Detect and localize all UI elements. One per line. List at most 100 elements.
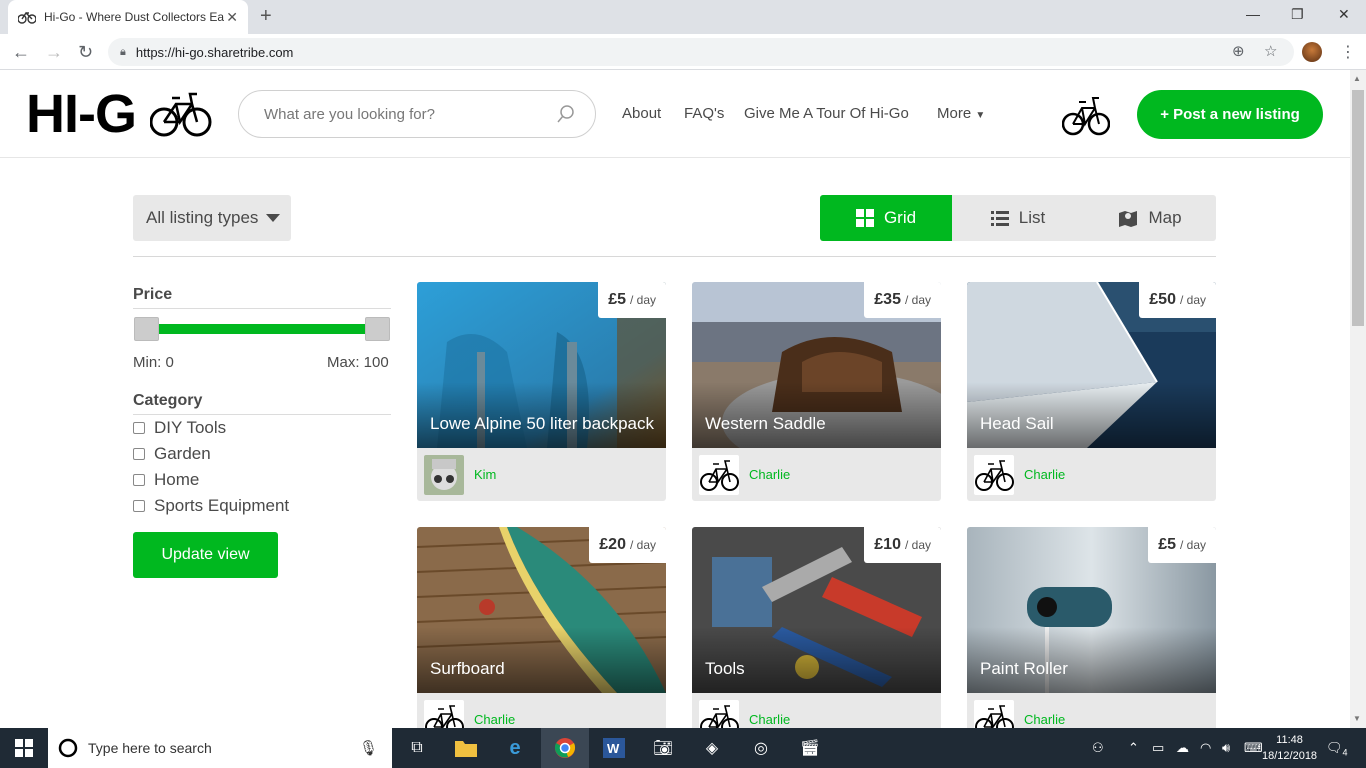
author-name[interactable]: Charlie [1024,712,1065,727]
checkbox[interactable] [133,422,145,434]
microphone-icon[interactable]: 🎙︎ [359,739,378,757]
author-avatar[interactable] [974,455,1014,495]
listing-title[interactable]: Surfboard [430,659,505,679]
file-explorer-icon[interactable] [454,736,478,760]
wifi-icon[interactable]: ◠ [1200,740,1211,756]
chrome-icon[interactable] [553,736,577,760]
page-scrollbar[interactable]: ▲ ▼ [1350,70,1366,728]
action-center-icon[interactable]: 🗨︎4 [1326,740,1348,758]
listing-card[interactable]: Head Sail £50/ day Charlie [967,282,1216,501]
obs-icon[interactable]: ◎ [749,736,773,760]
author-name[interactable]: Charlie [474,712,515,727]
view-toggle: Grid List Map [820,195,1216,241]
minimize-icon[interactable]: — [1246,6,1260,22]
listing-card[interactable]: Western Saddle £35/ day Charlie [692,282,941,501]
address-bar-row: ← → ↻ 🔒︎ https://hi-go.sharetribe.com ⊕ … [0,34,1366,70]
author-name[interactable]: Charlie [1024,467,1065,482]
search-icon[interactable] [557,105,575,123]
listing-card[interactable]: Lowe Alpine 50 liter backpack £5/ day Ki… [417,282,666,501]
listing-type-dropdown[interactable]: All listing types [133,195,291,241]
category-label: Garden [154,444,211,463]
post-listing-button[interactable]: + Post a new listing [1137,90,1323,139]
search-box[interactable] [238,90,596,138]
word-icon[interactable]: W [602,736,626,760]
task-view-icon[interactable]: ⧉ [405,736,429,760]
close-window-icon[interactable]: ✕ [1338,6,1350,23]
category-home[interactable]: Home [133,470,199,490]
nav-tour[interactable]: Give Me A Tour Of Hi-Go [744,105,909,122]
user-avatar-bike-icon[interactable] [1062,92,1110,138]
scroll-up-icon[interactable]: ▲ [1353,74,1361,83]
author-avatar[interactable] [699,455,739,495]
listing-title[interactable]: Western Saddle [705,414,826,434]
nav-about[interactable]: About [622,105,661,122]
checkbox[interactable] [133,500,145,512]
price-min-handle[interactable] [134,317,159,341]
browser-tab[interactable]: Hi-Go - Where Dust Collectors Ea ✕ [8,0,248,34]
scroll-down-icon[interactable]: ▼ [1353,714,1361,723]
tab-close-icon[interactable]: ✕ [226,9,238,26]
clock-date: 18/12/2018 [1262,750,1318,762]
windows-start-icon[interactable] [12,736,36,760]
video-editor-icon[interactable]: 🎬︎ [798,736,822,760]
people-icon[interactable]: ⚇ [1092,740,1104,756]
category-label: DIY Tools [154,418,227,437]
nav-faq[interactable]: FAQ's [684,105,724,122]
price-slider-track[interactable] [146,324,378,334]
author-name[interactable]: Kim [474,467,496,482]
new-tab-icon[interactable]: + [260,5,272,28]
taskbar-search[interactable]: Type here to search 🎙︎ [48,728,392,768]
forward-icon[interactable]: → [45,42,63,63]
onedrive-icon[interactable]: ☁ [1176,740,1189,756]
restore-icon[interactable]: ❐ [1291,6,1304,23]
category-garden[interactable]: Garden [133,444,211,464]
author-avatar[interactable] [424,455,464,495]
scroll-thumb[interactable] [1352,90,1364,326]
category-diy-tools[interactable]: DIY Tools [133,418,226,438]
listing-title[interactable]: Head Sail [980,414,1054,434]
keyboard-icon[interactable]: ⌨︎ [1244,740,1263,756]
price-unit: / day [629,293,656,307]
listing-card[interactable]: Paint Roller £5/ day Charlie [967,527,1216,746]
map-view-button[interactable]: Map [1084,195,1216,241]
listing-title[interactable]: Paint Roller [980,659,1068,679]
menu-kebab-icon[interactable]: ⋮ [1340,42,1356,62]
tray-chevron-icon[interactable]: ⌃ [1128,740,1139,756]
listing-title[interactable]: Tools [705,659,745,679]
zoom-icon[interactable]: ⊕ [1232,42,1245,60]
url-text: https://hi-go.sharetribe.com [135,44,294,60]
update-view-button[interactable]: Update view [133,532,278,578]
battery-icon[interactable]: ▭ [1152,740,1164,756]
volume-icon[interactable]: 🔊︎ [1222,740,1230,756]
grid-view-button[interactable]: Grid [820,195,952,241]
reload-icon[interactable]: ↻ [78,42,93,63]
taskbar-clock[interactable]: 11:48 18/12/2018 [1262,732,1317,764]
edge-icon[interactable]: e [503,736,527,760]
author-name[interactable]: Charlie [749,467,790,482]
omnibox[interactable]: 🔒︎ https://hi-go.sharetribe.com [108,38,1294,66]
list-view-button[interactable]: List [952,195,1084,241]
back-icon[interactable]: ← [12,42,30,63]
checkbox[interactable] [133,474,145,486]
price-amount: £5 [1158,536,1176,553]
price-amount: £50 [1149,291,1176,308]
profile-avatar[interactable] [1302,42,1322,62]
author-name[interactable]: Charlie [749,712,790,727]
listing-title[interactable]: Lowe Alpine 50 liter backpack [430,414,654,434]
search-input[interactable] [264,105,557,123]
caret-down-icon: ▼ [975,110,986,121]
dev-tool-icon[interactable]: ◈ [700,736,724,760]
lock-icon: 🔒︎ [120,45,126,58]
nav-more[interactable]: More ▼ [937,105,985,122]
category-sports-equipment[interactable]: Sports Equipment [133,496,289,516]
price-max-handle[interactable] [365,317,390,341]
kim-avatar-image [424,455,464,495]
grid-icon [855,209,874,227]
camera-icon[interactable]: 📷︎ [651,736,675,760]
listing-card[interactable]: Tools £10/ day Charlie [692,527,941,746]
taskbar-search-placeholder: Type here to search [88,740,212,756]
listing-card[interactable]: Surfboard £20/ day Charlie [417,527,666,746]
site-logo[interactable]: HI-G [26,86,137,142]
bookmark-star-icon[interactable]: ☆ [1264,42,1277,60]
checkbox[interactable] [133,448,145,460]
